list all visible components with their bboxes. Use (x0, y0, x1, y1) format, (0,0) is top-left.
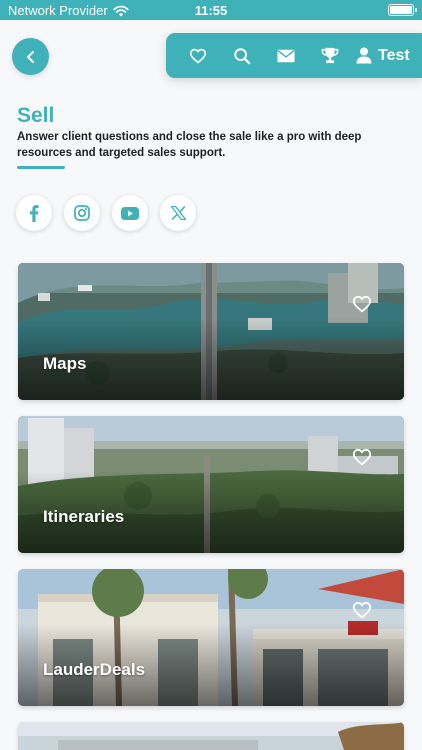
trophy-button[interactable] (308, 33, 352, 78)
heart-outline-icon[interactable] (352, 601, 372, 619)
search-icon (234, 47, 251, 64)
card-shade (18, 569, 404, 706)
search-button[interactable] (220, 33, 264, 78)
trophy-icon (321, 47, 339, 64)
page-subtitle: Answer client questions and close the sa… (17, 131, 362, 159)
heart-outline-icon[interactable] (352, 448, 372, 466)
chevron-left-icon (26, 50, 34, 63)
mail-icon (277, 49, 295, 62)
card-shade (18, 263, 404, 400)
instagram-button[interactable] (64, 195, 100, 231)
back-button[interactable] (12, 38, 49, 75)
profile-button[interactable]: Test (356, 47, 410, 65)
status-time: 11:55 (194, 3, 228, 18)
card-lauderdeals[interactable]: LauderDeals (18, 569, 404, 706)
favorites-button[interactable] (176, 33, 220, 78)
title-underline (17, 166, 65, 169)
profile-name: Test (378, 46, 410, 64)
youtube-icon (121, 206, 139, 220)
x-button[interactable] (160, 195, 196, 231)
facebook-button[interactable] (16, 195, 52, 231)
instagram-icon (74, 205, 90, 221)
card-shade (18, 416, 404, 553)
page-title: Sell (17, 104, 55, 127)
facebook-icon (29, 204, 39, 222)
battery-icon (388, 4, 417, 16)
user-icon (356, 47, 372, 64)
next-card-photo (18, 722, 404, 750)
card-label: LauderDeals (43, 660, 146, 679)
card-next[interactable] (18, 722, 404, 750)
social-links (16, 195, 196, 231)
heart-outline-icon[interactable] (352, 295, 372, 313)
card-maps[interactable]: Maps (18, 263, 404, 400)
youtube-button[interactable] (112, 195, 148, 231)
messages-button[interactable] (264, 33, 308, 78)
card-itineraries[interactable]: Itineraries (18, 416, 404, 553)
card-label: Maps (43, 354, 87, 373)
status-bar: Network Provider 11:55 (0, 0, 422, 20)
top-nav-bar: Test (166, 33, 422, 78)
x-icon (170, 206, 186, 220)
heart-icon (189, 48, 207, 64)
card-label: Itineraries (43, 507, 125, 526)
